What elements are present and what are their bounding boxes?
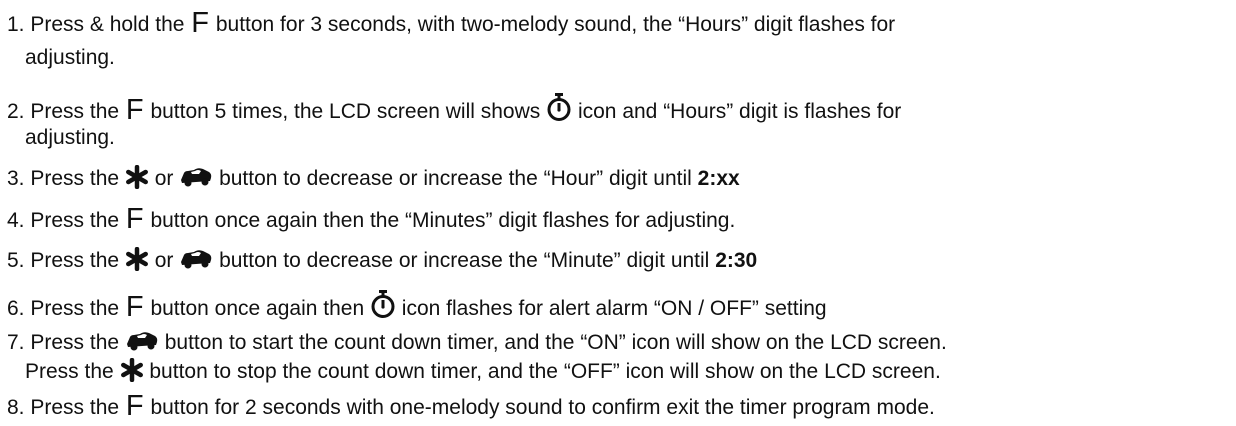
f-button-glyph: F [125,291,144,323]
step-6-line: 6. Press the F button once again then ic… [7,289,827,323]
car-icon [179,247,213,278]
f-button-glyph: F [125,203,144,235]
car-icon [125,329,159,360]
step-2-line-1: 2. Press the F button 5 times, the LCD s… [7,92,901,126]
f-button-glyph: F [125,94,144,126]
f-button-glyph: F [125,390,144,422]
step-5-line: 5. Press the or button to decrease or in… [7,246,757,273]
step-3-line: 3. Press the or button to decrease or in… [7,164,740,191]
asterisk-icon [125,164,149,196]
f-button-glyph: F [191,7,209,39]
step-2-line-2: adjusting. [25,126,115,149]
step-7-line-1: 7. Press the button to start the count d… [7,329,947,355]
asterisk-icon [125,246,149,278]
step-4-line: 4. Press the F button once again then th… [7,203,736,235]
step-1-line-2: adjusting. [25,46,115,69]
asterisk-icon [120,357,144,389]
step-1-line-1: 1. Press & hold the F button for 3 secon… [7,7,896,39]
stopwatch-icon [546,92,572,129]
step-8-line: 8. Press the F button for 2 seconds with… [7,390,935,422]
step-7-line-2: Press the button to stop the count down … [25,357,941,384]
stopwatch-icon [370,289,396,326]
car-icon [179,165,213,196]
